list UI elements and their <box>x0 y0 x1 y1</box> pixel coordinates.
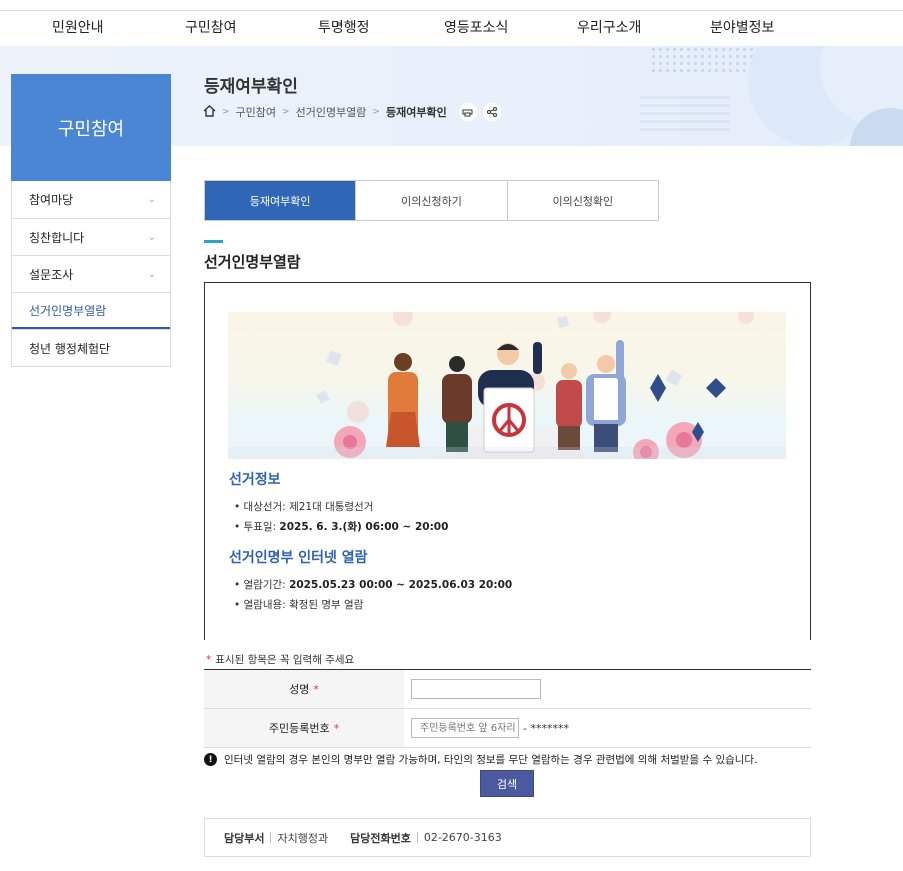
sidebar-item-praise[interactable]: 칭찬합니다 ⌄ <box>12 218 170 255</box>
breadcrumb-item[interactable]: 구민참여 <box>236 104 276 120</box>
print-icon[interactable] <box>458 103 477 121</box>
sidebar-item-label: 청년 행정체험단 <box>29 341 111 356</box>
name-label: 성명 * <box>204 670 404 708</box>
info-label: 열람기간: <box>243 579 286 591</box>
required-star: * <box>333 721 340 735</box>
sidebar-item-label: 선거인명부열람 <box>29 303 107 318</box>
info-label: 투표일: <box>243 521 277 533</box>
sidebar-item-participation[interactable]: 참여마당 ⌄ <box>12 181 170 218</box>
breadcrumb-separator: > <box>222 107 230 117</box>
election-date: • 투표일: 2025. 6. 3.(화) 06:00 ~ 20:00 <box>234 521 449 533</box>
section-title: 선거인명부열람 <box>204 253 301 271</box>
gnb-item-field-info[interactable]: 분야별정보 <box>710 17 774 37</box>
tab-file-objection[interactable]: 이의신청하기 <box>355 181 507 220</box>
sidebar-item-youth-admin[interactable]: 청년 행정체험단 <box>12 329 170 366</box>
gnb-item-participation[interactable]: 구민참여 <box>185 17 237 37</box>
info-label: 열람내용: <box>243 599 286 611</box>
tab-check-registration[interactable]: 등재여부확인 <box>205 181 356 220</box>
view-period: • 열람기간: 2025.05.23 00:00 ~ 2025.06.03 20… <box>234 579 513 591</box>
election-illustration <box>228 312 786 459</box>
form-row-rrn: 주민등록번호* - ******* <box>204 709 811 748</box>
election-info-box: 선거정보 • 대상선거: 제21대 대통령선거 • 투표일: 2025. 6. … <box>204 282 811 640</box>
contact-info: 담당부서 자치행정과 담당전화번호 02-2670-3163 <box>204 818 811 857</box>
info-value: 2025. 6. 3.(화) 06:00 ~ 20:00 <box>279 521 449 533</box>
sidebar-item-label: 설문조사 <box>29 267 74 282</box>
breadcrumb-current: 등재여부확인 <box>385 106 447 119</box>
global-nav: 민원안내 구민참여 투명행정 영등포소식 우리구소개 분야별정보 <box>0 11 903 45</box>
phone-value: 02-2670-3163 <box>423 831 502 844</box>
dept-label: 담당부서 <box>224 831 265 845</box>
chevron-down-icon: ⌄ <box>147 231 156 243</box>
rrn-input[interactable] <box>411 718 519 738</box>
sidebar-title: 구민참여 <box>11 74 171 181</box>
info-label: 대상선거: <box>243 501 286 513</box>
rrn-masked-suffix: - ******* <box>523 721 569 735</box>
view-content: • 열람내용: 확정된 명부 열람 <box>234 599 364 611</box>
breadcrumb-separator: > <box>372 107 380 117</box>
search-button[interactable]: 검색 <box>480 770 534 797</box>
name-input[interactable] <box>411 679 541 699</box>
form-row-name: 성명 * <box>204 670 811 709</box>
page-title: 등재여부확인 <box>204 77 298 97</box>
sidebar-item-label: 참여마당 <box>29 193 74 207</box>
breadcrumb: > 구민참여 > 선거인명부열람 > 등재여부확인 <box>203 103 501 121</box>
phone-label: 담당전화번호 <box>350 831 411 845</box>
internet-view-heading: 선거인명부 인터넷 열람 <box>229 550 368 566</box>
banner-lines-decoration <box>640 96 730 132</box>
info-value: 확정된 명부 열람 <box>289 599 364 611</box>
tab-check-objection[interactable]: 이의신청확인 <box>506 181 658 220</box>
chevron-down-icon: ⌄ <box>147 268 156 280</box>
sidebar-item-voter-list[interactable]: 선거인명부열람 <box>12 292 170 329</box>
required-note: * 표시된 항목은 꼭 입력해 주세요 <box>206 654 355 666</box>
election-info-heading: 선거정보 <box>229 472 281 488</box>
warning-text: 인터넷 열람의 경우 본인의 명부만 열람 가능하며, 타인의 정보를 무단 열… <box>224 754 758 766</box>
rrn-label: 주민등록번호 * <box>204 709 404 747</box>
gnb-item-transparency[interactable]: 투명행정 <box>318 17 370 37</box>
election-target: • 대상선거: 제21대 대통령선거 <box>234 501 374 513</box>
divider <box>270 832 272 843</box>
chevron-down-icon: ⌄ <box>147 194 156 205</box>
info-value: 2025.05.23 00:00 ~ 2025.06.03 20:00 <box>289 579 513 591</box>
gnb-item-civil[interactable]: 민원안내 <box>52 17 104 37</box>
sidebar-item-label: 칭찬합니다 <box>29 230 85 245</box>
dept-value: 자치행정과 <box>277 831 329 845</box>
required-star: * <box>313 682 319 696</box>
breadcrumb-separator: > <box>282 107 290 117</box>
gnb-item-news[interactable]: 영등포소식 <box>444 17 508 37</box>
gnb-item-about[interactable]: 우리구소개 <box>577 17 641 37</box>
info-value: 제21대 대통령선거 <box>289 501 374 513</box>
required-star: * <box>206 654 212 666</box>
share-icon[interactable] <box>482 103 501 121</box>
home-icon[interactable] <box>203 104 216 120</box>
content-tabs: 등재여부확인 이의신청하기 이의신청확인 <box>204 180 659 221</box>
section-accent-bar <box>204 240 223 243</box>
banner-dots-decoration <box>650 46 760 76</box>
sidebar-nav: 참여마당 ⌄ 칭찬합니다 ⌄ 설문조사 ⌄ 선거인명부열람 청년 행정체험단 <box>11 181 171 367</box>
lookup-form: 성명* 주민등록번호* - ******* <box>204 669 811 748</box>
breadcrumb-item[interactable]: 선거인명부열람 <box>296 104 367 120</box>
alert-icon: ! <box>204 753 217 766</box>
warning-notice: ! 인터넷 열람의 경우 본인의 명부만 열람 가능하며, 타인의 정보를 무단… <box>204 752 757 767</box>
divider <box>416 832 418 843</box>
sidebar-item-survey[interactable]: 설문조사 ⌄ <box>12 255 170 292</box>
